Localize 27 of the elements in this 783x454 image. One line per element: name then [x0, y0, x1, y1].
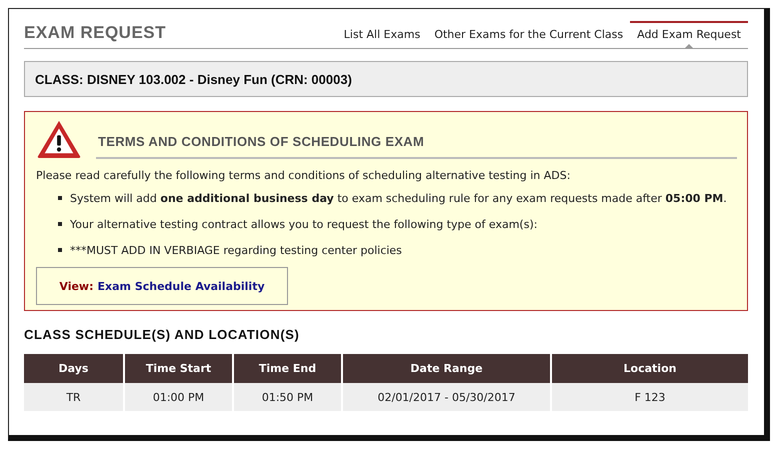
bullet-icon	[58, 248, 62, 252]
table-cell: F 123	[551, 383, 748, 411]
warning-icon	[36, 118, 82, 158]
terms-intro: Please read carefully the following terms and conditions of scheduling alternative testing in ADS:	[36, 169, 572, 182]
table-cell: TR	[24, 383, 124, 411]
page-title: EXAM REQUEST	[24, 23, 166, 44]
class-title: CLASS: DISNEY 103.002 - Disney Fun (CRN: 00003)	[35, 72, 352, 86]
column-header: Time Start	[124, 354, 233, 383]
terms-item: ***MUST ADD IN VERBIAGE regarding testing center policies	[70, 244, 402, 256]
column-header: Days	[24, 354, 124, 383]
view-label: View:	[59, 280, 94, 292]
terms-item: Your alternative testing contract allows you to request the following type of exam(s):	[70, 218, 538, 230]
schedule-title: CLASS SCHEDULE(S) AND LOCATION(S)	[24, 327, 300, 342]
table-cell: 02/01/2017 - 05/30/2017	[342, 383, 551, 411]
table-cell: 01:00 PM	[124, 383, 233, 411]
bullet-icon	[58, 222, 62, 226]
column-header: Date Range	[342, 354, 551, 383]
tab[interactable]: Other Exams for the Current Class	[427, 21, 630, 48]
terms-title: TERMS AND CONDITIONS OF SCHEDULING EXAM	[96, 122, 737, 159]
column-header: Location	[551, 354, 748, 383]
terms-item: System will add one additional business day to exam scheduling rule for any exam requests made after 05:00 PM.	[70, 192, 727, 204]
tab[interactable]: Add Exam Request	[630, 21, 748, 48]
schedule-link[interactable]: Exam Schedule Availability	[98, 280, 265, 292]
column-header: Time End	[233, 354, 342, 383]
table-cell: 01:50 PM	[233, 383, 342, 411]
bullet-icon	[58, 196, 62, 200]
tab[interactable]: List All Exams	[336, 21, 428, 48]
